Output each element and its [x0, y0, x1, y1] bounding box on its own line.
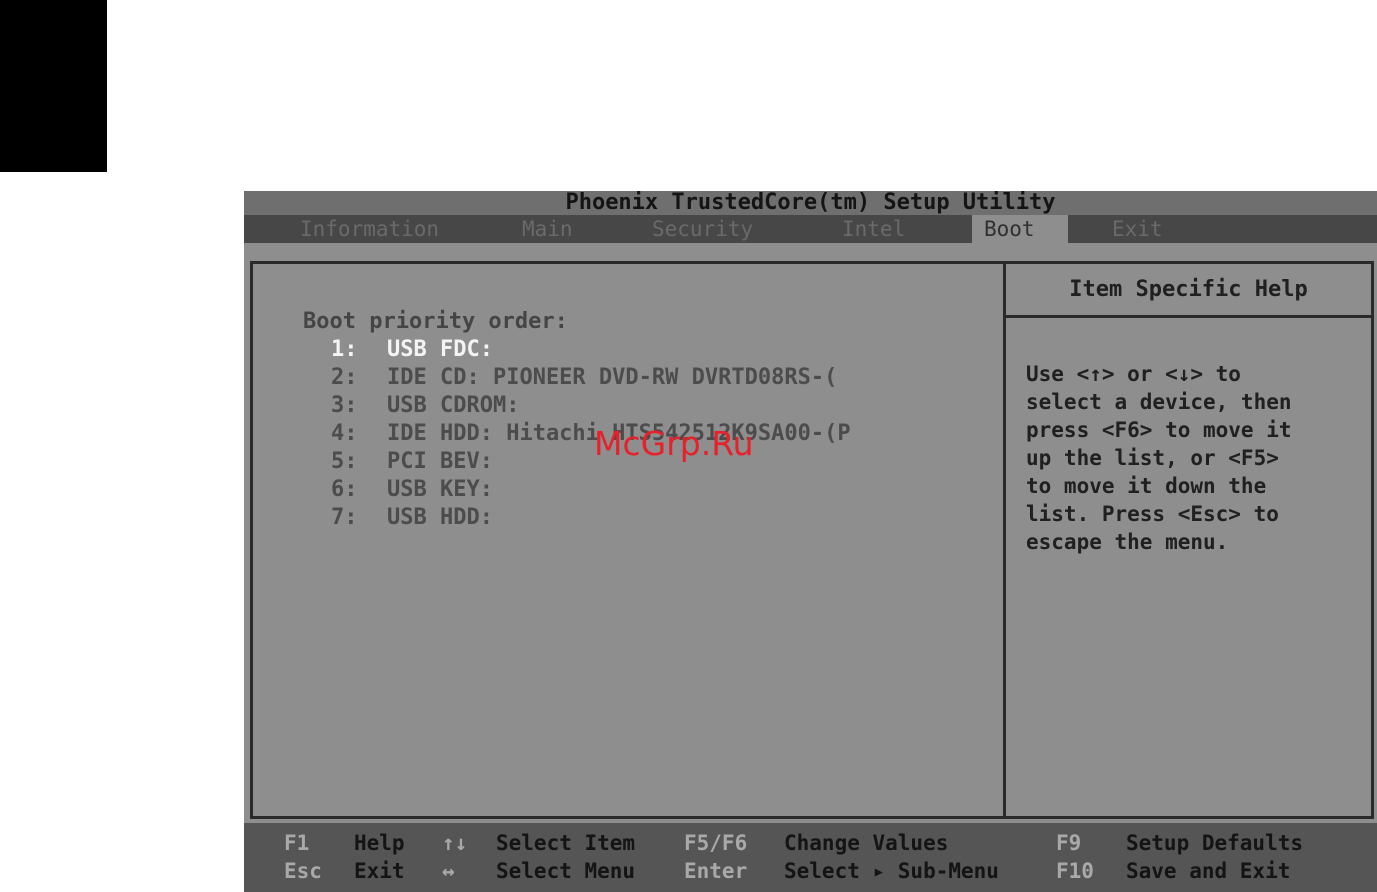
up-down-arrows-icon: ↑↓ — [442, 831, 468, 855]
tab-main[interactable]: Main — [510, 215, 585, 243]
setup-defaults-action: Setup Defaults — [1126, 831, 1304, 855]
boot-item-ide-hdd[interactable]: 4: IDE HDD: Hitachi HTS542512K9SA00-(P — [331, 420, 851, 448]
select-menu-action: Select Menu — [496, 859, 636, 883]
enter-key: Enter — [684, 859, 748, 883]
setup-title: Phoenix TrustedCore(tm) Setup Utility — [244, 191, 1377, 215]
tab-boot[interactable]: Boot — [972, 215, 1068, 243]
boot-item-number: 3: — [331, 393, 358, 418]
boot-item-number: 2: — [331, 365, 358, 390]
boot-item-usb-fdc[interactable]: 1: USB FDC: — [331, 336, 851, 364]
help-title: Item Specific Help — [1006, 264, 1371, 318]
help-action: Help — [354, 831, 405, 855]
boot-item-number: 6: — [331, 477, 358, 502]
tab-intel[interactable]: Intel — [830, 215, 917, 243]
boot-item-number: 1: — [331, 337, 358, 362]
boot-item-usb-hdd[interactable]: 7: USB HDD: — [331, 504, 851, 532]
tab-security[interactable]: Security — [640, 215, 765, 243]
boot-item-label: USB FDC: — [387, 337, 493, 362]
boot-priority-heading: Boot priority order: — [303, 309, 568, 334]
change-values-action: Change Values — [784, 831, 949, 855]
tab-information[interactable]: Information — [288, 215, 451, 243]
boot-item-label: USB KEY: — [387, 477, 493, 502]
item-specific-help-panel: Item Specific Help Use <↑> or <↓> to sel… — [1006, 261, 1374, 819]
f1-key: F1 — [284, 831, 310, 855]
boot-item-ide-cd[interactable]: 2: IDE CD: PIONEER DVD-RW DVRTD08RS-( — [331, 364, 851, 392]
f5-f6-key: F5/F6 — [684, 831, 748, 855]
select-item-action: Select Item — [496, 831, 636, 855]
boot-item-label: IDE CD: PIONEER DVD-RW DVRTD08RS-( — [387, 365, 838, 390]
boot-item-number: 7: — [331, 505, 358, 530]
tab-exit[interactable]: Exit — [1100, 215, 1175, 243]
help-text: Use <↑> or <↓> to select a device, then … — [1026, 362, 1292, 554]
black-corner-block — [0, 0, 107, 172]
menu-bar: Information Main Security Intel Boot Exi… — [244, 215, 1377, 243]
left-right-arrows-icon: ↔ — [442, 859, 455, 883]
boot-item-label: USB HDD: — [387, 505, 493, 530]
bios-setup-window: Phoenix TrustedCore(tm) Setup Utility In… — [244, 191, 1377, 892]
f10-key: F10 — [1056, 859, 1094, 883]
boot-priority-panel: Boot priority order: 1: USB FDC: 2: IDE … — [250, 261, 1006, 819]
esc-key: Esc — [284, 859, 322, 883]
boot-item-number: 4: — [331, 421, 358, 446]
exit-action: Exit — [354, 859, 405, 883]
watermark-text: McGrp.Ru — [594, 424, 754, 463]
boot-item-label: USB CDROM: — [387, 393, 520, 418]
boot-item-label: PCI BEV: — [387, 449, 493, 474]
key-legend-bar: F1 Help Esc Exit ↑↓ Select Item ↔ Select… — [244, 823, 1377, 892]
boot-item-usb-cdrom[interactable]: 3: USB CDROM: — [331, 392, 851, 420]
boot-item-number: 5: — [331, 449, 358, 474]
boot-item-usb-key[interactable]: 6: USB KEY: — [331, 476, 851, 504]
save-and-exit-action: Save and Exit — [1126, 859, 1291, 883]
select-submenu-action: Select ▸ Sub-Menu — [784, 859, 999, 883]
boot-item-pci-bev[interactable]: 5: PCI BEV: — [331, 448, 851, 476]
f9-key: F9 — [1056, 831, 1082, 855]
boot-device-list: 1: USB FDC: 2: IDE CD: PIONEER DVD-RW DV… — [331, 336, 851, 532]
